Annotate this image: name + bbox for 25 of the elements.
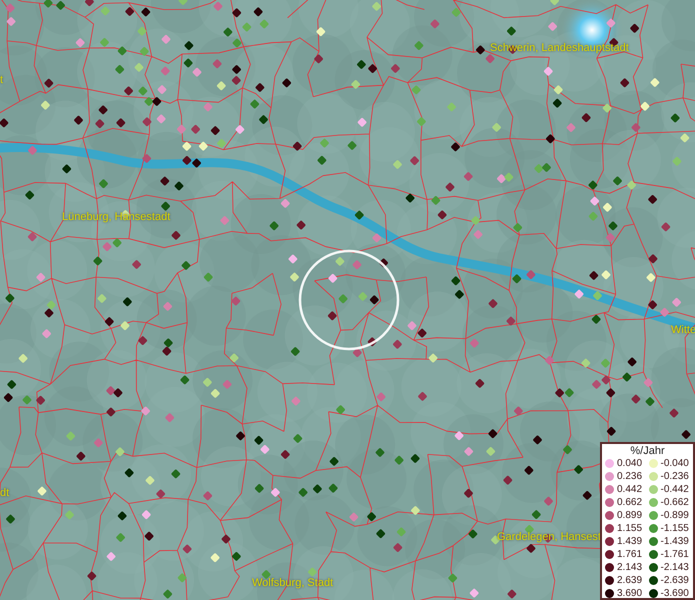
legend-label: -0.899	[660, 510, 689, 522]
place-label: dt	[0, 487, 10, 500]
legend-label: 1.439	[617, 536, 642, 548]
legend-label: 2.639	[617, 574, 642, 586]
legend-label: -3.690	[660, 588, 689, 600]
legend-label: -0.040	[660, 458, 689, 470]
legend-label: -0.236	[660, 470, 689, 482]
place-label: t	[0, 74, 4, 87]
legend-label: 0.662	[617, 496, 642, 508]
legend-label: -2.143	[660, 562, 689, 574]
legend-title: %/Jahr	[629, 445, 666, 457]
legend-label: -0.442	[660, 484, 689, 496]
legend-label: -1.155	[660, 522, 689, 534]
legend-label: 0.442	[617, 484, 642, 496]
legend-label: -1.761	[660, 548, 689, 560]
legend-label: 0.899	[617, 510, 642, 522]
legend-label: 0.040	[617, 458, 642, 470]
legend-label: -0.662	[660, 496, 689, 508]
legend-label: -1.439	[660, 536, 689, 548]
legend-label: 0.236	[617, 470, 642, 482]
legend-label: -2.639	[660, 574, 689, 586]
legend-label: 1.155	[617, 522, 642, 534]
legend-label: 1.761	[617, 548, 642, 560]
legend-label: 2.143	[617, 562, 642, 574]
legend-label: 3.690	[617, 588, 642, 600]
